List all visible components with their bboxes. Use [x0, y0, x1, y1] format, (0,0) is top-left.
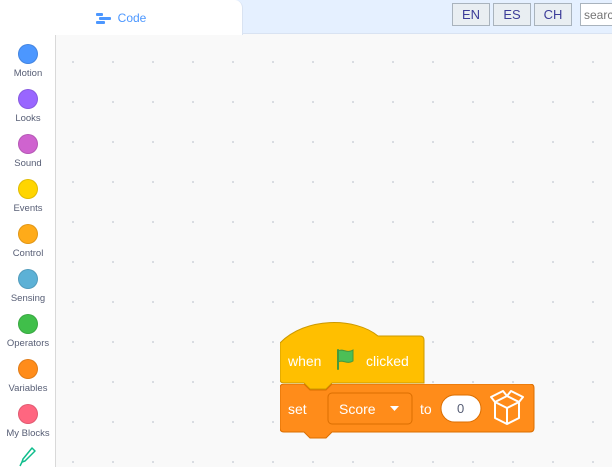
- sound-dot-icon: [18, 134, 38, 154]
- category-label: My Blocks: [6, 428, 50, 439]
- hat-word-clicked: clicked: [366, 353, 409, 369]
- category-label: Motion: [13, 68, 43, 79]
- operators-dot-icon: [18, 314, 38, 334]
- value-input-text: 0: [457, 401, 464, 416]
- code-tab-icon: [95, 12, 111, 24]
- category-label: Control: [12, 248, 44, 259]
- category-variables[interactable]: Variables: [0, 354, 56, 399]
- category-looks[interactable]: Looks: [0, 84, 56, 129]
- pen-extension-icon[interactable]: [19, 446, 37, 467]
- language-ch-button[interactable]: CH: [534, 3, 572, 26]
- motion-dot-icon: [18, 44, 38, 64]
- set-word-to: to: [420, 401, 432, 417]
- category-label: Looks: [15, 113, 41, 124]
- category-label: Sensing: [10, 293, 46, 304]
- when-flag-clicked-block[interactable]: when clicked: [280, 321, 426, 391]
- set-variable-block[interactable]: set Score to 0: [280, 384, 536, 442]
- category-label: Variables: [8, 383, 48, 394]
- set-word-set: set: [288, 401, 307, 417]
- value-input[interactable]: 0: [440, 394, 482, 423]
- category-label: Sound: [14, 158, 42, 169]
- top-bar: Code EN ES CH: [0, 0, 612, 35]
- category-control[interactable]: Control: [0, 219, 56, 264]
- category-menu: Motion Looks Sound Events Control Sensin…: [0, 35, 56, 467]
- category-operators[interactable]: Operators: [0, 309, 56, 354]
- variables-dot-icon: [18, 359, 38, 379]
- category-sound[interactable]: Sound: [0, 129, 56, 174]
- category-label: Events: [13, 203, 43, 214]
- looks-dot-icon: [18, 89, 38, 109]
- category-sensing[interactable]: Sensing: [0, 264, 56, 309]
- language-es-button[interactable]: ES: [493, 3, 531, 26]
- search-input[interactable]: [580, 3, 612, 26]
- category-motion[interactable]: Motion: [0, 39, 56, 84]
- control-dot-icon: [18, 224, 38, 244]
- category-label: Operators: [6, 338, 50, 349]
- sensing-dot-icon: [18, 269, 38, 289]
- events-dot-icon: [18, 179, 38, 199]
- my-blocks-dot-icon: [18, 404, 38, 424]
- language-en-button[interactable]: EN: [452, 3, 490, 26]
- category-events[interactable]: Events: [0, 174, 56, 219]
- category-my-blocks[interactable]: My Blocks: [0, 399, 56, 444]
- variable-dropdown-value: Score: [339, 401, 376, 417]
- tab-code-label: Code: [117, 10, 147, 25]
- variable-dropdown[interactable]: Score: [327, 392, 413, 425]
- hat-word-when: when: [287, 353, 321, 369]
- tab-code[interactable]: Code: [0, 0, 243, 35]
